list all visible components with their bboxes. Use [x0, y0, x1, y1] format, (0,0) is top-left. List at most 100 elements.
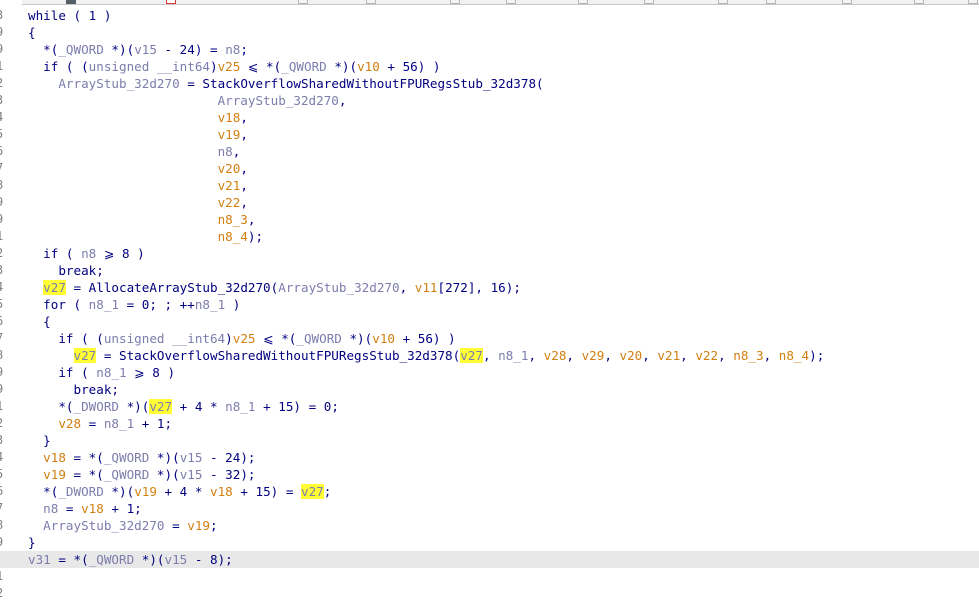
code-token[interactable]: n8_1 [498, 348, 528, 363]
tab-4[interactable] [366, 0, 376, 4]
tab-2[interactable] [166, 0, 176, 4]
highlighted-identifier[interactable]: v27 [43, 280, 66, 295]
code-line[interactable]: v20, [28, 160, 979, 177]
code-line[interactable]: v27 = AllocateArrayStub_32d270(ArrayStub… [28, 279, 979, 296]
code-token[interactable]: v21 [657, 348, 680, 363]
tab-9[interactable] [718, 0, 728, 4]
code-line[interactable]: v21, [28, 177, 979, 194]
code-token[interactable]: v20 [218, 161, 241, 176]
code-token[interactable]: v29 [582, 348, 605, 363]
code-token[interactable]: n8_4 [218, 229, 248, 244]
code-line[interactable]: v19 = *(_QWORD *)(v15 - 32); [28, 466, 979, 483]
code-line[interactable]: n8, [28, 143, 979, 160]
code-token[interactable]: StackOverflowSharedWithoutFPURegsStub_32… [202, 76, 536, 91]
code-line[interactable]: *(_DWORD *)(v19 + 4 * v18 + 15) = v27; [28, 483, 979, 500]
code-token[interactable]: v31 [28, 552, 51, 567]
tab-6[interactable] [506, 0, 516, 4]
code-token[interactable]: v18 [43, 450, 66, 465]
code-line[interactable]: if ( n8_1 ⩾ 8 ) [28, 364, 979, 381]
code-token[interactable]: v19 [187, 518, 210, 533]
code-token[interactable]: v28 [58, 416, 81, 431]
code-line[interactable]: v18, [28, 109, 979, 126]
code-line[interactable]: v27 = StackOverflowSharedWithoutFPURegsS… [28, 347, 979, 364]
tab-11[interactable] [842, 0, 852, 4]
code-line[interactable]: } [28, 534, 979, 551]
code-token[interactable]: v15 [180, 450, 203, 465]
code-line[interactable]: ArrayStub_32d270 = StackOverflowSharedWi… [28, 75, 979, 92]
tab-13[interactable] [968, 0, 978, 4]
code-token[interactable]: v10 [357, 59, 380, 74]
code-line[interactable]: if ( (unsigned __int64)v25 ⩽ *(_QWORD *)… [28, 58, 979, 75]
tab-7[interactable] [578, 0, 588, 4]
highlighted-identifier[interactable]: v27 [460, 348, 483, 363]
code-token[interactable]: ArrayStub_32d270 [278, 280, 399, 295]
code-token[interactable]: v10 [372, 331, 395, 346]
code-line[interactable]: for ( n8_1 = 0; ; ++n8_1 ) [28, 296, 979, 313]
code-token[interactable]: v18 [81, 501, 104, 516]
code-line-current[interactable]: v31 = *(_QWORD *)(v15 - 8); [0, 551, 979, 568]
code-token[interactable]: n8_3 [733, 348, 763, 363]
code-line[interactable]: n8_3, [28, 211, 979, 228]
tab-10[interactable] [766, 0, 776, 4]
code-token[interactable]: ArrayStub_32d270 [218, 93, 339, 108]
tab-8[interactable] [644, 0, 654, 4]
code-token[interactable]: n8_4 [779, 348, 809, 363]
highlighted-identifier[interactable]: v27 [301, 484, 324, 499]
code-token[interactable]: n8_1 [104, 416, 134, 431]
code-line[interactable]: v18 = *(_QWORD *)(v15 - 24); [28, 449, 979, 466]
tab-5[interactable] [450, 0, 460, 4]
code-token[interactable]: v15 [134, 42, 157, 57]
code-token[interactable]: v28 [544, 348, 567, 363]
code-line[interactable]: ArrayStub_32d270 = v19; [28, 517, 979, 534]
highlighted-identifier[interactable]: v27 [73, 348, 97, 363]
code-line[interactable]: { [28, 24, 979, 41]
code-line[interactable]: while ( 1 ) [28, 7, 979, 24]
code-line[interactable]: break; [28, 262, 979, 279]
code-token[interactable]: StackOverflowSharedWithoutFPURegsStub_32… [119, 348, 453, 363]
code-line[interactable]: v19, [28, 126, 979, 143]
code-token[interactable]: n8 [225, 42, 240, 57]
code-line[interactable]: if ( (unsigned __int64)v25 ⩽ *(_QWORD *)… [28, 330, 979, 347]
code-token[interactable]: AllocateArrayStub_32d270 [89, 280, 271, 295]
code-token[interactable]: v21 [218, 178, 241, 193]
code-line[interactable]: ArrayStub_32d270, [28, 92, 979, 109]
code-token[interactable]: v18 [210, 484, 233, 499]
tab-1[interactable] [66, 0, 76, 4]
code-line[interactable]: *(_DWORD *)(v27 + 4 * n8_1 + 15) = 0; [28, 398, 979, 415]
code-token[interactable]: n8_1 [195, 297, 225, 312]
code-line[interactable]: v28 = n8_1 + 1; [28, 415, 979, 432]
code-token[interactable]: v18 [218, 110, 241, 125]
code-token[interactable]: v25 [218, 59, 241, 74]
code-line[interactable]: { [28, 313, 979, 330]
highlighted-identifier[interactable]: v27 [149, 399, 173, 414]
code-token[interactable]: v11 [415, 280, 438, 295]
code-token[interactable]: n8 [218, 144, 233, 159]
code-token[interactable]: v22 [695, 348, 718, 363]
code-token[interactable]: v19 [218, 127, 241, 142]
code-token[interactable]: n8_1 [89, 297, 119, 312]
tab-12[interactable] [914, 0, 924, 4]
code-line[interactable]: n8 = v18 + 1; [28, 500, 979, 517]
code-line[interactable]: v22, [28, 194, 979, 211]
code-token[interactable]: v15 [180, 467, 203, 482]
tab-3[interactable] [298, 0, 308, 4]
code-line[interactable]: if ( n8 ⩾ 8 ) [28, 245, 979, 262]
code-line[interactable]: break; [28, 381, 979, 398]
code-token[interactable]: v22 [218, 195, 241, 210]
code-token[interactable]: n8 [43, 501, 58, 516]
code-token[interactable]: n8_1 [225, 399, 255, 414]
code-line[interactable]: n8_4); [28, 228, 979, 245]
code-token[interactable]: v19 [134, 484, 157, 499]
code-token[interactable]: n8_1 [96, 365, 126, 380]
code-token[interactable]: v19 [43, 467, 66, 482]
code-token[interactable]: v15 [165, 552, 188, 567]
pseudocode-view[interactable]: while ( 1 ){ *(_QWORD *)(v15 - 24) = n8;… [0, 7, 979, 568]
code-token[interactable]: v25 [233, 331, 256, 346]
code-token[interactable]: ArrayStub_32d270 [58, 76, 179, 91]
code-token[interactable]: ArrayStub_32d270 [43, 518, 164, 533]
code-line[interactable]: *(_QWORD *)(v15 - 24) = n8; [28, 41, 979, 58]
code-token[interactable]: n8 [81, 246, 96, 261]
code-token[interactable]: n8_3 [218, 212, 248, 227]
code-token[interactable]: v20 [620, 348, 643, 363]
code-line[interactable]: } [28, 432, 979, 449]
